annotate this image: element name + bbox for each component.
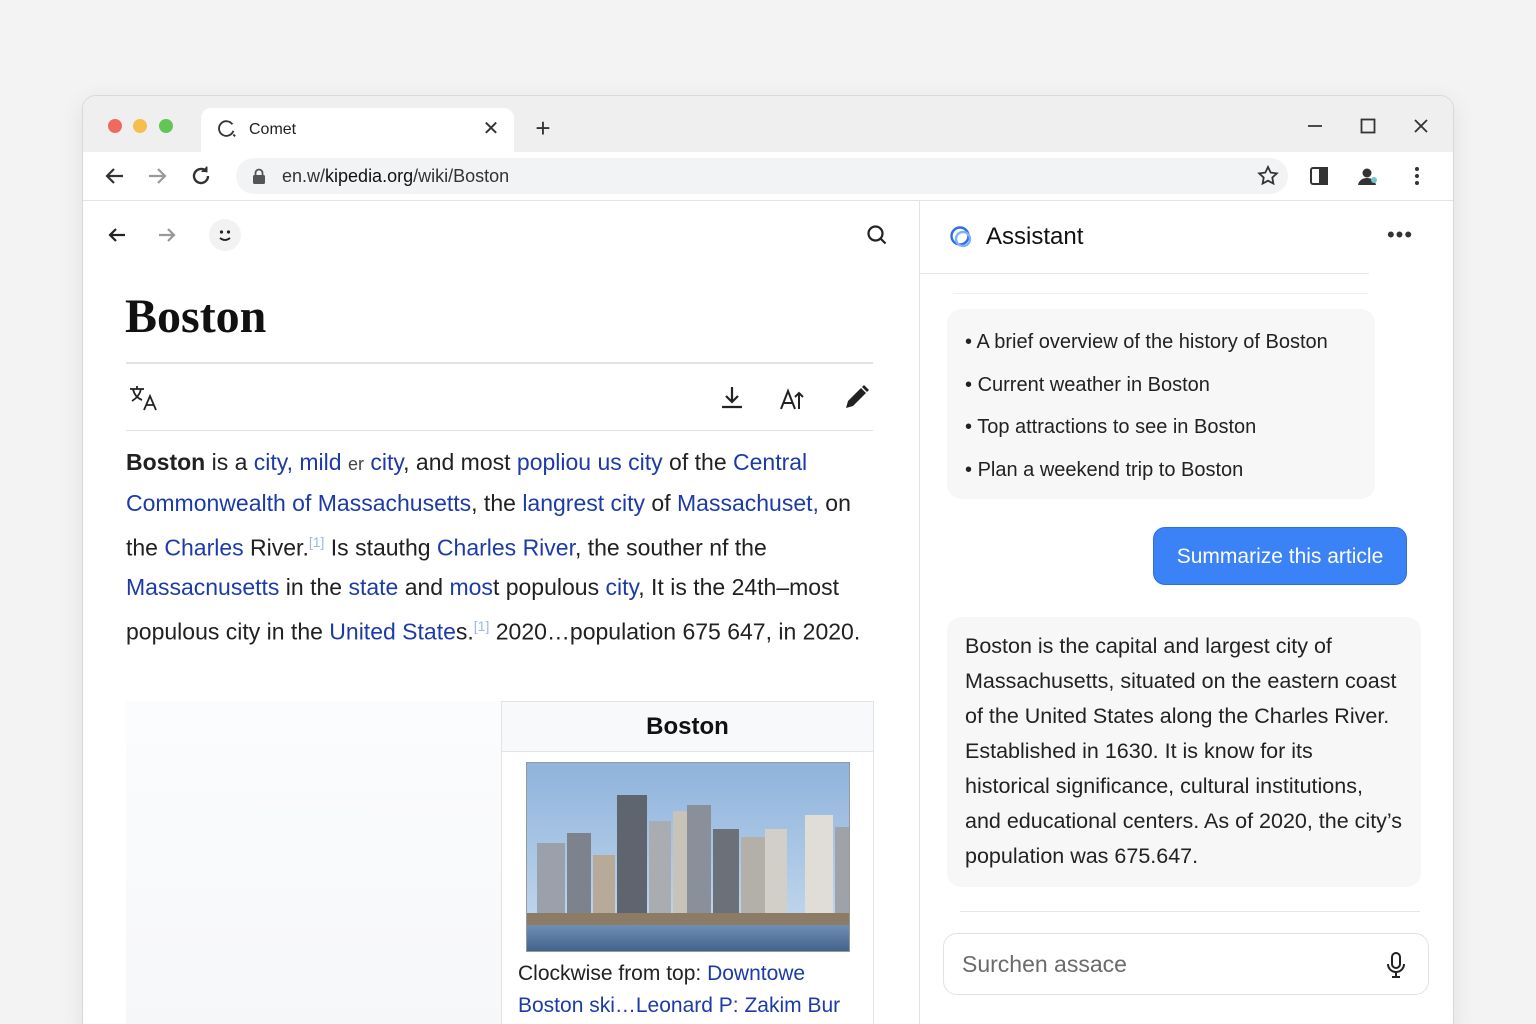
edit-pencil-icon[interactable]: [839, 381, 873, 415]
toolbar-rule: [126, 430, 873, 431]
comet-icon: [218, 120, 236, 137]
wiki-search-icon[interactable]: [863, 221, 891, 249]
wiki-logo-icon[interactable]: [209, 219, 241, 251]
citation[interactable]: [1]: [474, 618, 490, 634]
address-bar[interactable]: en.w/kipedia.org/wiki/Boston: [236, 158, 1288, 194]
lock-icon: [253, 168, 265, 184]
link[interactable]: city, mild: [254, 449, 342, 475]
forward-icon[interactable]: [141, 160, 173, 192]
link[interactable]: Massachuset,: [677, 490, 819, 516]
suggestion-item[interactable]: Top attractions to see in Boston: [965, 406, 1357, 449]
bookmark-star-icon[interactable]: [1256, 164, 1280, 188]
tab-title: Comet: [249, 121, 297, 138]
infobox-caption: Clockwise from top: Downtowe Boston ski……: [518, 962, 841, 1017]
suggestions-card: A brief overview of the history of Bosto…: [947, 309, 1375, 499]
tab-active[interactable]: Comet ✕: [201, 108, 514, 152]
suggestion-item[interactable]: Current weather in Boston: [965, 364, 1357, 407]
link[interactable]: popliou us city: [517, 449, 663, 475]
menu-icon[interactable]: [1401, 160, 1433, 192]
wiki-back-icon[interactable]: [103, 221, 131, 249]
microphone-icon[interactable]: [1382, 950, 1410, 980]
citation[interactable]: [1]: [309, 534, 325, 550]
minimize-icon[interactable]: [1301, 112, 1329, 140]
maximize-icon[interactable]: [1354, 112, 1382, 140]
link[interactable]: Charles River: [437, 535, 575, 561]
link[interactable]: state: [348, 574, 398, 600]
suggestion-item[interactable]: Plan a weekend trip to Boston: [965, 449, 1357, 492]
more-options-icon[interactable]: •••: [1384, 221, 1416, 253]
skyline-image[interactable]: [526, 762, 850, 952]
wiki-forward-icon[interactable]: [153, 221, 181, 249]
download-icon[interactable]: [715, 381, 749, 415]
url-text: en.w/kipedia.org/wiki/Boston: [282, 166, 510, 186]
tab-strip: Comet ✕ +: [83, 96, 1453, 152]
browser-window: Comet ✕ + en.w/kipedia.org/wiki/Boston B…: [82, 95, 1454, 1024]
faded-area: [126, 701, 501, 1024]
link[interactable]: langrest city: [522, 490, 645, 516]
assistant-input-box[interactable]: [943, 933, 1429, 995]
zoom-window-dot[interactable]: [159, 119, 173, 133]
translate-icon[interactable]: [127, 381, 161, 415]
link[interactable]: mos: [449, 574, 492, 600]
assistant-title: Assistant: [986, 223, 1084, 250]
page-title: Boston: [125, 290, 267, 343]
link[interactable]: Charles: [164, 535, 243, 561]
profile-avatar-icon[interactable]: [1351, 160, 1383, 192]
toolbar: en.w/kipedia.org/wiki/Boston: [83, 152, 1453, 201]
user-message-bubble: Summarize this article: [1153, 527, 1407, 585]
reload-icon[interactable]: [185, 160, 217, 192]
title-rule: [126, 362, 873, 364]
back-icon[interactable]: [99, 160, 131, 192]
assistant-icon: [950, 226, 972, 248]
input-rule: [960, 911, 1420, 912]
assistant-answer: Boston is the capital and largest city o…: [947, 617, 1421, 887]
assistant-panel: Assistant ••• A brief overview of the hi…: [920, 201, 1453, 1024]
article-lead-paragraph: Boston is a city, mild er city, and most…: [126, 449, 861, 645]
minimize-window-dot[interactable]: [133, 119, 147, 133]
sidebar-toggle-icon[interactable]: [1303, 160, 1335, 192]
wiki-pane: Boston Boston is a city, mild er city, a…: [83, 201, 919, 1024]
link[interactable]: Massacnusetts: [126, 574, 279, 600]
text-size-icon[interactable]: [777, 381, 811, 415]
assistant-search-input[interactable]: [962, 948, 1362, 980]
infobox: Boston Clockwise from top: Downtowe Bost…: [501, 701, 874, 1024]
close-icon[interactable]: [1407, 112, 1435, 140]
header-rule-secondary: [953, 293, 1368, 294]
suggestion-item[interactable]: A brief overview of the history of Bosto…: [965, 321, 1357, 364]
link[interactable]: United State: [329, 618, 456, 644]
tab-close-icon[interactable]: ✕: [478, 116, 504, 142]
close-window-dot[interactable]: [108, 119, 122, 133]
link[interactable]: city: [605, 574, 638, 600]
header-rule: [920, 273, 1369, 274]
link[interactable]: city: [370, 449, 403, 475]
content-area: Boston Boston is a city, mild er city, a…: [83, 201, 1453, 1024]
infobox-title: Boston: [502, 702, 873, 752]
new-tab-button[interactable]: +: [529, 114, 557, 142]
